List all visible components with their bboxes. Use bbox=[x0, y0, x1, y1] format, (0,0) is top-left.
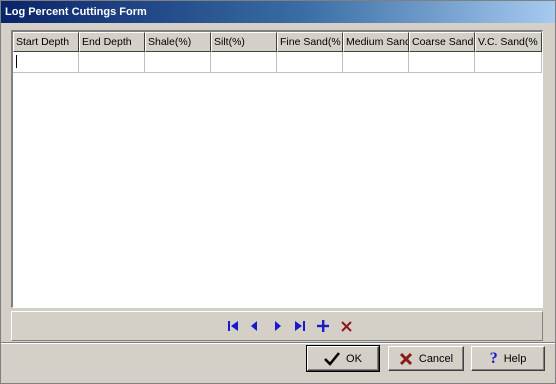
next-record-icon bbox=[275, 321, 281, 331]
table-cell[interactable] bbox=[409, 52, 475, 73]
column-header-end-depth[interactable]: End Depth bbox=[79, 32, 145, 52]
x-icon bbox=[399, 352, 412, 365]
window-title: Log Percent Cuttings Form bbox=[1, 1, 555, 23]
column-header-fine-sand[interactable]: Fine Sand(% bbox=[277, 32, 343, 52]
column-header-vc-sand[interactable]: V.C. Sand(% bbox=[475, 32, 542, 52]
text-caret bbox=[16, 55, 17, 68]
prior-record-button[interactable] bbox=[245, 318, 263, 334]
first-record-icon bbox=[228, 321, 238, 331]
column-header-medium-sand[interactable]: Medium Sand bbox=[343, 32, 409, 52]
column-header-start-depth[interactable]: Start Depth bbox=[13, 32, 79, 52]
data-grid[interactable]: Start Depth End Depth Shale(%) Silt(%) F… bbox=[11, 30, 543, 308]
insert-record-button[interactable] bbox=[314, 318, 332, 334]
insert-record-icon bbox=[317, 320, 329, 332]
record-navigator bbox=[11, 311, 543, 341]
prior-record-icon bbox=[251, 321, 257, 331]
table-cell[interactable] bbox=[343, 52, 409, 73]
next-record-button[interactable] bbox=[269, 318, 287, 334]
table-cell[interactable] bbox=[475, 52, 542, 73]
help-button-label: Help bbox=[503, 352, 527, 365]
cancel-button-label: Cancel bbox=[418, 352, 454, 365]
delete-record-icon bbox=[340, 320, 352, 332]
last-record-button[interactable] bbox=[291, 318, 309, 334]
table-row[interactable] bbox=[13, 52, 542, 73]
table-cell[interactable] bbox=[277, 52, 343, 73]
grid-header: Start Depth End Depth Shale(%) Silt(%) F… bbox=[13, 32, 542, 52]
checkmark-icon bbox=[324, 351, 341, 366]
help-button[interactable]: ? Help bbox=[471, 346, 545, 371]
last-record-icon bbox=[295, 321, 305, 331]
delete-record-button[interactable] bbox=[337, 318, 355, 334]
divider bbox=[1, 342, 555, 344]
ok-button[interactable]: OK bbox=[306, 345, 380, 372]
table-cell[interactable] bbox=[211, 52, 277, 73]
ok-button-label: OK bbox=[346, 352, 362, 365]
table-cell[interactable] bbox=[79, 52, 145, 73]
table-cell[interactable] bbox=[13, 52, 79, 73]
window: Log Percent Cuttings Form Start Depth En… bbox=[0, 0, 556, 384]
column-header-shale[interactable]: Shale(%) bbox=[145, 32, 211, 52]
table-cell[interactable] bbox=[145, 52, 211, 73]
column-header-silt[interactable]: Silt(%) bbox=[211, 32, 277, 52]
question-icon: ? bbox=[489, 349, 498, 367]
first-record-button[interactable] bbox=[224, 318, 242, 334]
column-header-coarse-sand[interactable]: Coarse Sand bbox=[409, 32, 475, 52]
cancel-button[interactable]: Cancel bbox=[388, 346, 464, 371]
